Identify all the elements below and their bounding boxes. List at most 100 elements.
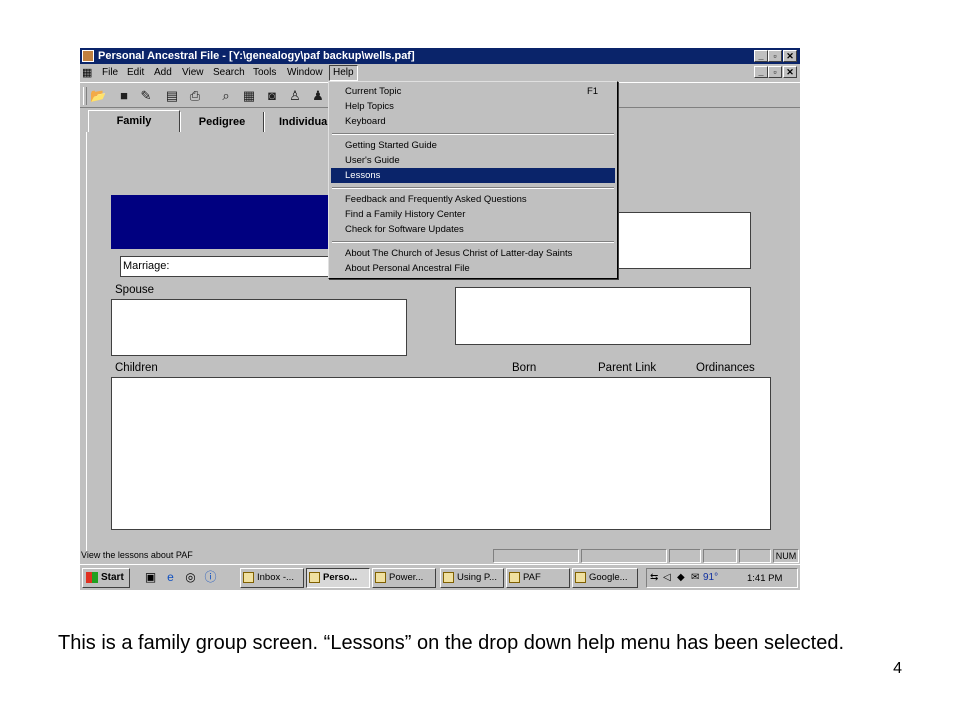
doc-close-button[interactable]: ✕ <box>783 66 797 78</box>
marriage-field[interactable]: Marriage: <box>120 256 336 277</box>
menu-item-users-guide[interactable]: User's Guide <box>331 153 615 168</box>
menu-file[interactable]: File <box>99 66 121 80</box>
taskbar-button-label: Inbox -... <box>257 572 294 583</box>
show-desktop-icon[interactable]: ▣ <box>144 571 157 584</box>
document-icon[interactable]: ▦ <box>82 66 96 80</box>
status-bar: View the lessons about PAF NUM <box>80 548 800 564</box>
powerpoint-icon <box>509 572 520 583</box>
menu-item-about-paf[interactable]: About Personal Ancestral File <box>331 261 615 276</box>
maximize-button[interactable]: ▫ <box>768 50 782 62</box>
menu-item-current-topic[interactable]: Current Topic F1 <box>331 84 615 99</box>
tab-individual[interactable]: Individual <box>264 112 334 132</box>
start-button[interactable]: Start <box>82 568 130 588</box>
menu-item-label: About The Church of Jesus Christ of Latt… <box>345 248 573 259</box>
search-icon[interactable]: ⌕ <box>218 88 234 103</box>
system-tray: ⇆ ◁ ◆ ✉ 91° 1:41 PM <box>646 568 798 588</box>
page-number: 4 <box>893 660 902 677</box>
status-panel <box>493 549 579 563</box>
menu-item-help-topics[interactable]: Help Topics <box>331 99 615 114</box>
taskbar-button-personal-ancestral-file[interactable]: Perso... <box>306 568 370 588</box>
children-label: Children <box>115 362 158 374</box>
tab-pedigree[interactable]: Pedigree <box>180 112 264 132</box>
menu-item-label: Feedback and Frequently Asked Questions <box>345 194 527 205</box>
taskbar-button-google[interactable]: Google... <box>572 568 638 588</box>
status-panel <box>703 549 737 563</box>
weather-temperature[interactable]: 91° <box>703 572 718 583</box>
add-individual-icon[interactable]: ♙ <box>287 88 303 103</box>
print-icon[interactable]: ⎙ <box>187 88 203 103</box>
toolbar-grip <box>83 87 87 105</box>
taskbar-button-powerpoint[interactable]: Power... <box>372 568 436 588</box>
doc-minimize-button[interactable]: _ <box>754 66 768 78</box>
mail-icon[interactable]: ✉ <box>691 572 699 583</box>
taskbar-button-inbox[interactable]: Inbox -... <box>240 568 304 588</box>
taskbar-button-paf[interactable]: PAF <box>506 568 570 588</box>
window-title: Personal Ancestral File - [Y:\genealogy\… <box>98 50 415 62</box>
menu-item-label: Check for Software Updates <box>345 224 464 235</box>
mother-box[interactable] <box>455 287 751 345</box>
windows-logo-icon <box>86 572 98 583</box>
menu-search[interactable]: Search <box>210 66 248 80</box>
slide-caption: This is a family group screen. “Lessons”… <box>58 632 844 654</box>
menu-item-label: Keyboard <box>345 116 386 127</box>
taskbar-button-label: PAF <box>523 572 541 583</box>
open-folder-icon[interactable]: 📂 <box>90 88 106 103</box>
tab-family[interactable]: Family <box>88 110 180 132</box>
menu-item-label: User's Guide <box>345 155 400 166</box>
family-icon[interactable]: ♟ <box>310 88 326 103</box>
print-setup-icon[interactable]: ▤ <box>164 88 180 103</box>
save-icon[interactable]: ■ <box>116 88 132 103</box>
menu-window[interactable]: Window <box>284 66 326 80</box>
tray-app-icon[interactable]: ◆ <box>677 572 685 583</box>
folder-icon <box>375 572 386 583</box>
menu-item-label: Help Topics <box>345 101 394 112</box>
paf-app-icon <box>82 50 94 62</box>
menu-separator <box>332 187 614 189</box>
menu-separator <box>332 133 614 135</box>
start-label: Start <box>101 572 124 583</box>
spouse-box[interactable] <box>111 299 407 356</box>
taskbar-button-label: Using P... <box>457 572 497 583</box>
minimize-button[interactable]: _ <box>754 50 768 62</box>
menu-item-getting-started-guide[interactable]: Getting Started Guide <box>331 138 615 153</box>
husband-header-bar[interactable] <box>111 195 331 249</box>
menu-item-lessons[interactable]: Lessons <box>331 168 615 183</box>
taskbar: Start ▣ e ◎ ⓘ Inbox -... Perso... Power.… <box>80 564 800 590</box>
menu-item-find-family-history-center[interactable]: Find a Family History Center <box>331 207 615 222</box>
edit-icon[interactable]: ✎ <box>138 88 154 103</box>
children-list[interactable] <box>111 377 771 530</box>
title-bar[interactable]: Personal Ancestral File - [Y:\genealogy\… <box>80 48 800 64</box>
menu-item-label: Find a Family History Center <box>345 209 466 220</box>
column-ordinances: Ordinances <box>696 362 755 374</box>
menu-help[interactable]: Help <box>329 65 358 81</box>
menu-view[interactable]: View <box>179 66 207 80</box>
close-button[interactable]: ✕ <box>783 50 797 62</box>
network-icon[interactable]: ⇆ <box>650 572 658 583</box>
info-icon[interactable]: ⓘ <box>204 571 217 584</box>
volume-icon[interactable]: ◁ <box>663 572 671 583</box>
column-born: Born <box>512 362 537 374</box>
menu-item-check-updates[interactable]: Check for Software Updates <box>331 222 615 237</box>
spouse-label: Spouse <box>115 284 155 296</box>
menu-bar: ▦ File Edit Add View Search Tools Window… <box>80 64 800 82</box>
menu-add[interactable]: Add <box>151 66 175 80</box>
menu-item-label: About Personal Ancestral File <box>345 263 470 274</box>
outlook-icon[interactable]: ◎ <box>184 571 197 584</box>
camera-icon[interactable]: ◙ <box>264 88 280 103</box>
status-panel <box>669 549 701 563</box>
menu-item-about-church[interactable]: About The Church of Jesus Christ of Latt… <box>331 246 615 261</box>
taskbar-button-label: Power... <box>389 572 424 583</box>
status-message: View the lessons about PAF <box>81 550 193 560</box>
clock[interactable]: 1:41 PM <box>747 573 782 584</box>
internet-explorer-icon[interactable]: e <box>164 571 177 584</box>
marriage-label: Marriage: <box>123 260 170 272</box>
taskbar-button-using-paf[interactable]: Using P... <box>440 568 504 588</box>
menu-tools[interactable]: Tools <box>250 66 279 80</box>
doc-restore-button[interactable]: ▫ <box>768 66 782 78</box>
notes-icon[interactable]: ▦ <box>241 88 257 103</box>
menu-edit[interactable]: Edit <box>124 66 147 80</box>
num-lock-indicator: NUM <box>773 549 799 563</box>
menu-item-feedback-faq[interactable]: Feedback and Frequently Asked Questions <box>331 192 615 207</box>
status-panel <box>739 549 771 563</box>
menu-item-keyboard[interactable]: Keyboard <box>331 114 615 129</box>
